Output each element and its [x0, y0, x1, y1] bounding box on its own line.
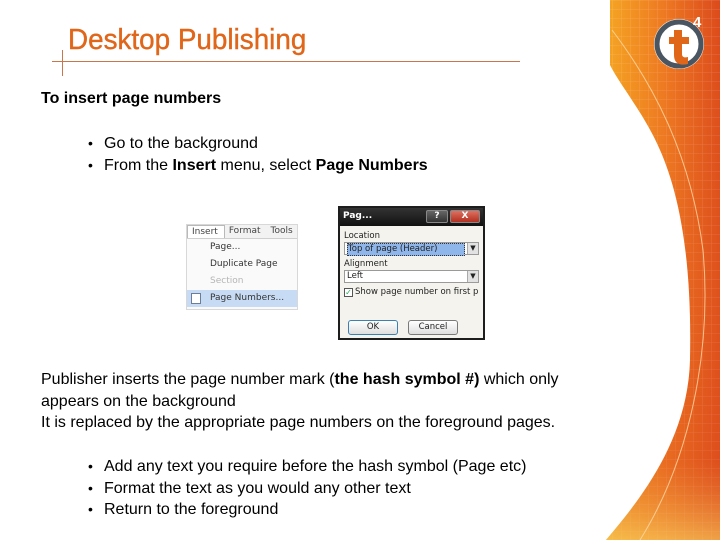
menu-item-page[interactable]: Page... [187, 239, 297, 256]
t4-logo: 4 [654, 14, 704, 69]
text-run: menu, select [216, 156, 316, 174]
step-text: From the Insert menu, select Page Number… [104, 155, 428, 177]
close-button[interactable]: X [450, 210, 480, 223]
list-item: • From the Insert menu, select Page Numb… [0, 155, 600, 177]
bullet-icon: • [88, 479, 93, 496]
section-heading: To insert page numbers [41, 90, 222, 107]
tip-text: Format the text as you would any other t… [104, 479, 411, 497]
slide-title: Desktop Publishing [68, 24, 307, 56]
hash-symbol-bold: the hash symbol #) [334, 371, 480, 388]
menu-item-duplicate-page[interactable]: Duplicate Page [187, 256, 297, 273]
menu-insert[interactable]: Insert [187, 225, 225, 238]
title-crosshair [62, 50, 63, 76]
checkbox-label: Show page number on first page [355, 287, 479, 297]
bullet-icon: • [88, 135, 93, 151]
tip-text: Add any text you require before the hash… [104, 458, 527, 475]
paragraph-line: Publisher inserts the page number mark (… [41, 369, 641, 391]
alignment-label: Alignment [344, 259, 388, 269]
steps-list: • Go to the background • From the Insert… [0, 133, 600, 176]
chevron-down-icon[interactable]: ▼ [467, 243, 478, 254]
list-item: • Format the text as you would any other… [0, 478, 600, 500]
show-first-page-checkbox[interactable]: ✓Show page number on first page [344, 286, 479, 299]
menu-item-label: Page Numbers... [210, 293, 285, 303]
alignment-select[interactable]: Left ▼ [344, 270, 479, 283]
menu-name-bold: Insert [172, 156, 217, 174]
dialog-title: Pag... [343, 211, 373, 221]
explanation-paragraph: Publisher inserts the page number mark (… [41, 369, 641, 434]
location-value: Top of page (Header) [347, 243, 465, 256]
location-label: Location [344, 231, 380, 241]
menu-item-section: Section [210, 276, 244, 286]
text-run: From the [104, 156, 173, 174]
command-name-bold: Page Numbers [315, 156, 428, 174]
cancel-button[interactable]: Cancel [408, 320, 458, 335]
ok-button[interactable]: OK [348, 320, 398, 335]
text-run: which only [479, 371, 559, 388]
list-item: • Go to the background [0, 133, 600, 155]
menu-tools[interactable]: Tools [267, 225, 299, 238]
chevron-down-icon[interactable]: ▼ [467, 271, 478, 282]
text-run: Publisher inserts the page number mark ( [41, 371, 335, 388]
paragraph-line: It is replaced by the appropriate page n… [41, 414, 556, 431]
dialog-body: Location Top of page (Header) ▼ Alignmen… [340, 226, 483, 338]
logo-superscript: 4 [693, 14, 702, 31]
insert-menu-screenshot: Insert Format Tools Page... Duplicate Pa… [186, 224, 298, 310]
page-numbers-dialog: Pag... ? X Location Top of page (Header)… [338, 206, 485, 340]
checkmark-icon[interactable]: ✓ [344, 288, 353, 297]
bullet-icon: • [88, 458, 93, 474]
paragraph-line: appears on the background [41, 392, 236, 410]
dialog-buttons: OK Cancel [348, 320, 458, 335]
page-numbers-icon [191, 293, 201, 304]
step-text: Go to the background [104, 135, 258, 152]
help-button[interactable]: ? [426, 210, 448, 223]
tip-text: Return to the foreground [104, 501, 279, 518]
list-item: • Return to the foreground [0, 499, 600, 521]
bullet-icon: • [88, 501, 93, 517]
dialog-titlebar: Pag... ? X [340, 208, 483, 226]
bullet-icon: • [88, 156, 93, 173]
tips-list: • Add any text you require before the ha… [0, 456, 600, 521]
menu-item-page-numbers[interactable]: Page Numbers... [187, 290, 297, 307]
title-underline [52, 61, 520, 62]
location-select[interactable]: Top of page (Header) ▼ [344, 242, 479, 256]
list-item: • Add any text you require before the ha… [0, 456, 600, 478]
menu-format[interactable]: Format [225, 225, 267, 238]
menu-bar: Insert Format Tools [187, 225, 297, 239]
alignment-value: Left [347, 271, 363, 281]
